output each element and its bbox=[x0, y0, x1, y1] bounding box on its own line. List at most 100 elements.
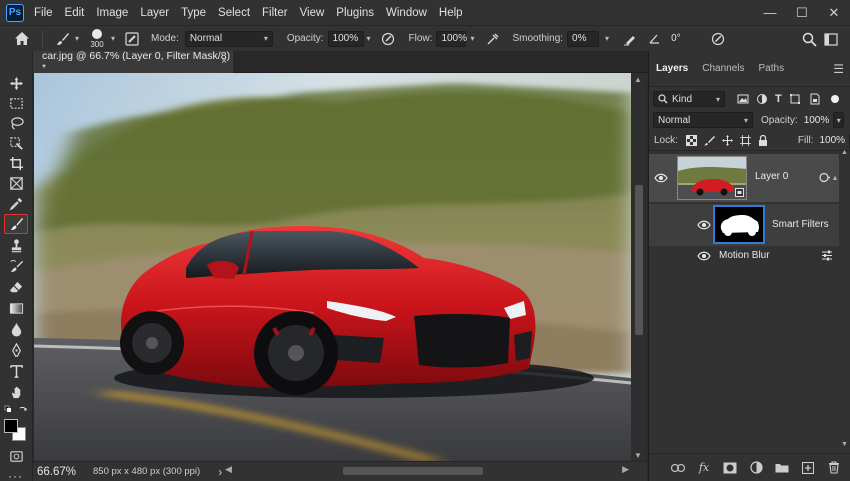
vertical-scrollbar[interactable]: ▲ ▼ bbox=[631, 73, 647, 463]
close-tab-icon[interactable]: × bbox=[221, 56, 227, 67]
more-tools-icon[interactable]: ··· bbox=[8, 469, 23, 481]
trash-icon[interactable] bbox=[827, 461, 841, 475]
pixel-filter-icon[interactable] bbox=[737, 93, 749, 105]
scroll-up-icon[interactable]: ▲ bbox=[634, 75, 642, 84]
layer-options-icon[interactable] bbox=[819, 172, 831, 183]
brush-preset-icon[interactable] bbox=[51, 31, 75, 47]
blur-tool[interactable] bbox=[4, 319, 28, 339]
shape-filter-icon[interactable] bbox=[789, 93, 801, 105]
smoothing-input[interactable]: 0% bbox=[567, 30, 600, 47]
chevron-down-icon[interactable]: ▾ bbox=[470, 34, 474, 43]
document-tab[interactable]: car.jpg @ 66.7% (Layer 0, Filter Mask/8)… bbox=[33, 50, 233, 74]
eye-icon[interactable] bbox=[654, 173, 668, 183]
foreground-color-swatch[interactable] bbox=[4, 419, 18, 433]
horizontal-scroll-thumb[interactable] bbox=[343, 467, 483, 475]
clone-stamp-tool[interactable] bbox=[4, 235, 28, 255]
marquee-tool[interactable] bbox=[4, 93, 28, 113]
menu-select[interactable]: Select bbox=[212, 7, 256, 19]
brush-size-preview[interactable]: 300 bbox=[85, 28, 109, 49]
home-icon[interactable] bbox=[8, 31, 36, 46]
pen-tool[interactable] bbox=[4, 340, 28, 360]
smoothing-settings-icon[interactable] bbox=[619, 32, 641, 46]
lock-all-icon[interactable] bbox=[758, 135, 768, 146]
pressure-opacity-icon[interactable] bbox=[377, 32, 399, 46]
angle-input[interactable]: 0° bbox=[667, 31, 699, 47]
opacity-input[interactable]: 100% bbox=[327, 30, 364, 47]
type-filter-icon[interactable]: T bbox=[775, 93, 782, 105]
menu-plugins[interactable]: Plugins bbox=[330, 7, 380, 19]
pressure-size-icon[interactable] bbox=[707, 32, 729, 46]
flow-input[interactable]: 100% bbox=[436, 30, 467, 47]
layer-row-layer-0[interactable]: Layer 0 bbox=[649, 154, 839, 202]
vertical-scroll-thumb[interactable] bbox=[635, 185, 643, 335]
brush-settings-icon[interactable] bbox=[121, 31, 143, 46]
lock-pixels-icon[interactable] bbox=[704, 135, 715, 146]
eraser-tool[interactable] bbox=[4, 277, 28, 297]
restore-button[interactable]: ☐ bbox=[786, 0, 818, 25]
smart-filters-label[interactable]: Smart Filters bbox=[772, 219, 829, 230]
brush-tool[interactable] bbox=[4, 214, 28, 234]
info-menu-icon[interactable]: › bbox=[218, 465, 222, 479]
tab-channels[interactable]: Channels bbox=[695, 51, 751, 87]
menu-help[interactable]: Help bbox=[433, 7, 469, 19]
color-swatches[interactable] bbox=[4, 419, 28, 443]
workspace-icon[interactable] bbox=[822, 30, 842, 48]
mode-select[interactable]: Normal ▾ bbox=[184, 30, 273, 47]
menu-filter[interactable]: Filter bbox=[256, 7, 294, 19]
scroll-left-icon[interactable]: ◀ bbox=[225, 464, 232, 475]
horizontal-scrollbar[interactable]: ◀ ▶ bbox=[225, 464, 629, 477]
eyedropper-tool[interactable] bbox=[4, 193, 28, 213]
lasso-tool[interactable] bbox=[4, 113, 28, 133]
quick-mask-button[interactable] bbox=[4, 446, 28, 466]
adjustment-icon[interactable] bbox=[749, 461, 763, 475]
layer-opacity-value[interactable]: 100% bbox=[804, 115, 830, 126]
motion-blur-label[interactable]: Motion Blur bbox=[719, 250, 770, 261]
filter-kind-select[interactable]: Kind ▾ bbox=[653, 91, 725, 107]
lock-position-icon[interactable] bbox=[721, 135, 733, 146]
fx-icon[interactable]: fx bbox=[697, 461, 711, 475]
chevron-down-icon[interactable]: ▾ bbox=[75, 34, 79, 43]
layer-row-motion-blur[interactable]: Motion Blur bbox=[649, 247, 839, 265]
panel-menu-icon[interactable]: ☰ bbox=[833, 62, 844, 76]
image-canvas[interactable] bbox=[34, 73, 631, 461]
object-selection-tool[interactable] bbox=[4, 133, 28, 153]
layer-name[interactable]: Layer 0 bbox=[755, 171, 788, 182]
search-icon[interactable] bbox=[800, 30, 818, 48]
chevron-down-icon[interactable]: ▾ bbox=[605, 34, 609, 43]
lock-transparency-icon[interactable] bbox=[685, 135, 697, 146]
scroll-right-icon[interactable]: ▶ bbox=[622, 464, 629, 475]
opacity-dropdown[interactable]: ▾ bbox=[833, 112, 845, 128]
menu-layer[interactable]: Layer bbox=[134, 7, 175, 19]
move-tool[interactable] bbox=[4, 73, 28, 93]
tab-paths[interactable]: Paths bbox=[752, 51, 792, 87]
filter-toggle-icon[interactable] bbox=[830, 95, 839, 103]
eye-icon[interactable] bbox=[697, 220, 711, 230]
close-button[interactable]: ✕ bbox=[818, 0, 850, 25]
menu-type[interactable]: Type bbox=[175, 7, 212, 19]
minimize-button[interactable]: — bbox=[754, 0, 786, 25]
new-layer-icon[interactable] bbox=[801, 461, 815, 475]
zoom-level[interactable]: 66.67% bbox=[33, 466, 79, 478]
chevron-down-icon[interactable]: ▾ bbox=[111, 34, 115, 43]
chevron-down-icon[interactable]: ▾ bbox=[367, 34, 371, 43]
hand-tool[interactable] bbox=[4, 382, 28, 402]
fill-value[interactable]: 100% bbox=[819, 135, 845, 146]
menu-window[interactable]: Window bbox=[380, 7, 433, 19]
scroll-down-icon[interactable]: ▼ bbox=[634, 451, 642, 460]
filter-blending-options-icon[interactable] bbox=[821, 250, 833, 261]
type-tool[interactable] bbox=[4, 361, 28, 381]
mask-icon[interactable] bbox=[723, 461, 737, 475]
menu-view[interactable]: View bbox=[294, 7, 331, 19]
crop-tool[interactable] bbox=[4, 153, 28, 173]
history-brush-tool[interactable] bbox=[4, 256, 28, 276]
menu-image[interactable]: Image bbox=[90, 7, 134, 19]
scroll-down-icon[interactable]: ▼ bbox=[841, 441, 848, 448]
lock-artboard-icon[interactable] bbox=[739, 135, 751, 146]
adjustment-filter-icon[interactable] bbox=[756, 93, 768, 105]
menu-edit[interactable]: Edit bbox=[59, 7, 91, 19]
layer-row-smart-filters[interactable]: Smart Filters bbox=[649, 204, 839, 246]
layer-expand-icon[interactable]: ▴ bbox=[833, 173, 837, 182]
frame-tool[interactable] bbox=[4, 173, 28, 193]
panel-scrollbar[interactable]: ▲ ▼ bbox=[840, 149, 848, 451]
tab-layers[interactable]: Layers bbox=[649, 51, 695, 87]
